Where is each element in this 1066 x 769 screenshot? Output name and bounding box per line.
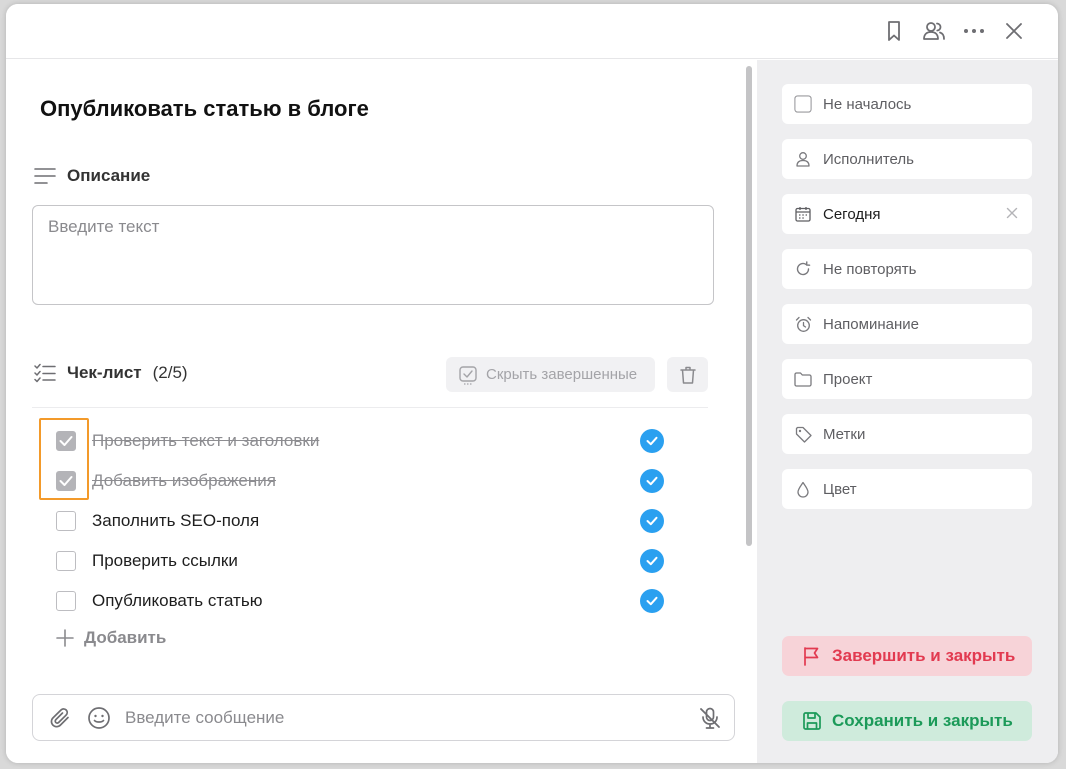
- tags-field[interactable]: Метки: [782, 414, 1032, 454]
- checklist-count: (2/5): [152, 363, 188, 382]
- reminder-label: Напоминание: [823, 315, 919, 333]
- checklist-icon: [34, 363, 56, 383]
- message-bar: [32, 694, 735, 741]
- alarm-icon: [794, 316, 812, 333]
- status-label: Не началось: [823, 95, 912, 113]
- clear-date-icon: [1006, 207, 1018, 219]
- save-and-close-button[interactable]: Сохранить и закрыть: [782, 701, 1032, 741]
- emoji-button[interactable]: [87, 706, 111, 730]
- task-window: Опубликовать статью в блоге Описание Вве…: [6, 4, 1058, 763]
- paperclip-icon: [50, 708, 69, 728]
- description-input[interactable]: Введите текст: [32, 205, 714, 305]
- date-field[interactable]: Сегодня: [782, 194, 1032, 234]
- mic-off-icon: [700, 707, 720, 729]
- checklist-item[interactable]: Добавить изображения: [56, 466, 676, 496]
- complete-item-check-icon[interactable]: [640, 589, 664, 613]
- task-properties-sidebar: Не началось Исполнитель Сегодня Не повто…: [757, 60, 1058, 763]
- close-button[interactable]: [1001, 18, 1027, 44]
- task-main-panel: Опубликовать статью в блоге Описание Вве…: [6, 60, 756, 763]
- description-heading: Описание: [67, 166, 151, 185]
- repeat-icon: [794, 261, 812, 277]
- checklist-header: Чек-лист (2/5): [34, 363, 188, 383]
- add-checklist-item-label: Добавить: [84, 628, 167, 647]
- hide-completed-icon: [458, 365, 478, 385]
- complete-item-check-icon[interactable]: [640, 549, 664, 573]
- checklist-item-text[interactable]: Проверить текст и заголовки: [92, 431, 319, 451]
- checkbox-icon: [794, 94, 812, 114]
- add-checklist-item-button[interactable]: Добавить: [56, 628, 166, 648]
- close-icon: [1006, 23, 1022, 39]
- description-lines-icon: [34, 167, 56, 185]
- attach-button[interactable]: [49, 706, 73, 730]
- plus-icon: [56, 629, 74, 647]
- project-field[interactable]: Проект: [782, 359, 1032, 399]
- checklist-item[interactable]: Проверить ссылки: [56, 546, 676, 576]
- complete-item-check-icon[interactable]: [640, 469, 664, 493]
- checklist-checkbox-checked[interactable]: [56, 431, 76, 451]
- drop-icon: [794, 481, 812, 498]
- window-toolbar: [6, 4, 1058, 59]
- users-icon: [923, 22, 945, 40]
- date-label: Сегодня: [823, 205, 881, 223]
- more-icon: [964, 29, 984, 33]
- complete-and-close-label: Завершить и закрыть: [832, 646, 1016, 665]
- more-button[interactable]: [961, 18, 987, 44]
- complete-item-check-icon[interactable]: [640, 509, 664, 533]
- checklist-checkbox[interactable]: [56, 591, 76, 611]
- repeat-label: Не повторять: [823, 260, 917, 278]
- main-scrollbar[interactable]: [746, 66, 752, 546]
- checklist-divider: [32, 407, 708, 408]
- reminder-field[interactable]: Напоминание: [782, 304, 1032, 344]
- checklist-item-text[interactable]: Проверить ссылки: [92, 551, 238, 571]
- checklist-item-text[interactable]: Добавить изображения: [92, 471, 276, 491]
- description-header: Описание: [34, 166, 150, 186]
- color-label: Цвет: [823, 480, 857, 498]
- complete-and-close-button[interactable]: Завершить и закрыть: [782, 636, 1032, 676]
- status-field[interactable]: Не началось: [782, 84, 1032, 124]
- complete-item-check-icon[interactable]: [640, 429, 664, 453]
- delete-checklist-button[interactable]: [667, 357, 708, 392]
- tags-label: Метки: [823, 425, 866, 443]
- checklist-checkbox[interactable]: [56, 551, 76, 571]
- user-icon: [794, 151, 812, 167]
- bookmark-button[interactable]: [881, 18, 907, 44]
- save-and-close-label: Сохранить и закрыть: [832, 711, 1013, 730]
- checklist-heading: Чек-лист: [67, 363, 142, 382]
- repeat-field[interactable]: Не повторять: [782, 249, 1032, 289]
- color-field[interactable]: Цвет: [782, 469, 1032, 509]
- assignee-label: Исполнитель: [823, 150, 914, 168]
- task-title[interactable]: Опубликовать статью в блоге: [40, 96, 369, 122]
- checklist-item[interactable]: Заполнить SEO-поля: [56, 506, 676, 536]
- clear-date-button[interactable]: [1006, 207, 1018, 219]
- checklist-item[interactable]: Опубликовать статью: [56, 586, 676, 616]
- hide-completed-button[interactable]: Скрыть завершенные: [446, 357, 655, 392]
- project-label: Проект: [823, 370, 873, 388]
- checklist-item-text[interactable]: Заполнить SEO-поля: [92, 511, 259, 531]
- flag-icon: [802, 646, 822, 666]
- save-icon: [802, 711, 822, 731]
- checklist-checkbox[interactable]: [56, 511, 76, 531]
- checklist-item-text[interactable]: Опубликовать статью: [92, 591, 262, 611]
- folder-icon: [794, 371, 812, 387]
- trash-icon: [679, 366, 696, 384]
- bookmark-icon: [888, 21, 900, 41]
- hide-completed-label: Скрыть завершенные: [486, 366, 638, 383]
- message-input[interactable]: [125, 708, 685, 728]
- participants-button[interactable]: [921, 18, 947, 44]
- smile-icon: [88, 707, 110, 729]
- calendar-icon: [794, 206, 812, 222]
- checklist-checkbox-checked[interactable]: [56, 471, 76, 491]
- voice-button[interactable]: [698, 706, 722, 730]
- assignee-field[interactable]: Исполнитель: [782, 139, 1032, 179]
- tag-icon: [794, 426, 812, 443]
- checklist-item[interactable]: Проверить текст и заголовки: [56, 426, 676, 456]
